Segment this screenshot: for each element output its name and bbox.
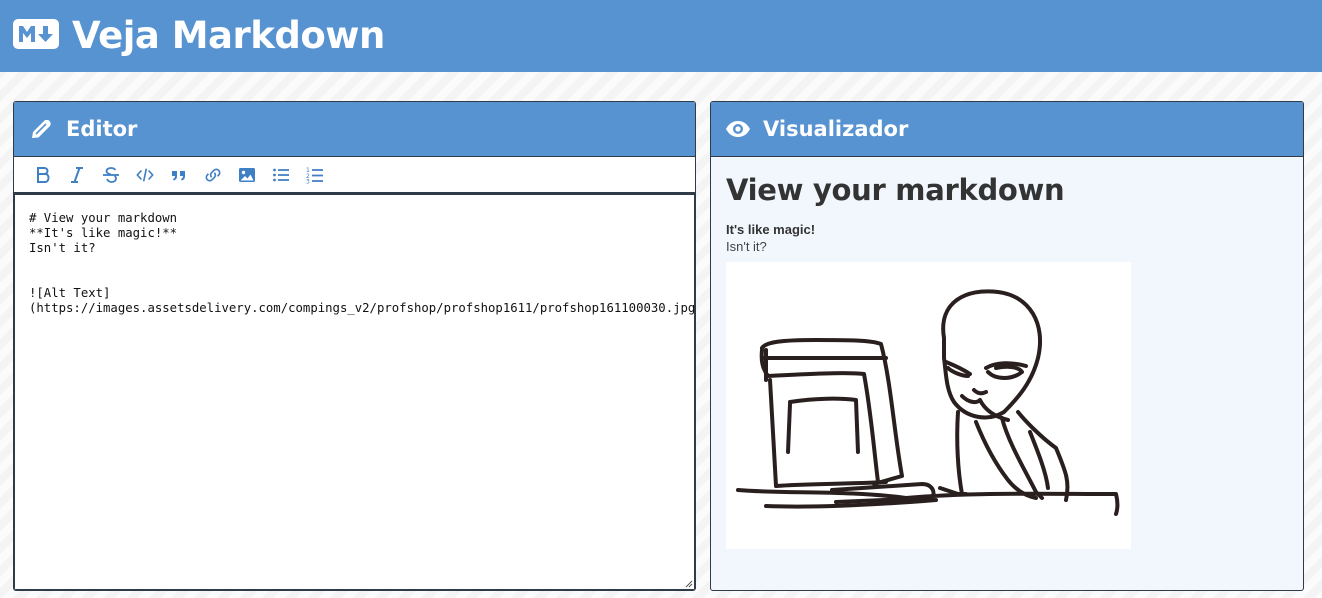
- computer-guy-drawing: [736, 289, 1120, 516]
- app-title: Veja Markdown: [72, 14, 385, 57]
- eye-icon: [725, 116, 751, 142]
- code-button[interactable]: [128, 160, 162, 190]
- editor-panel: Editor 123 # View your markdown **It's l…: [13, 101, 696, 591]
- preview-body: View your markdown It's like magic! Isn'…: [711, 157, 1303, 565]
- strikethrough-button[interactable]: [94, 160, 128, 190]
- ordered-list-button[interactable]: 123: [298, 160, 332, 190]
- editor-toolbar: 123: [14, 157, 695, 193]
- pencil-icon: [28, 116, 54, 142]
- markdown-logo-icon: [13, 19, 59, 49]
- viewer-title: Visualizador: [763, 117, 909, 141]
- italic-button[interactable]: [60, 160, 94, 190]
- svg-text:3: 3: [306, 178, 310, 184]
- image-icon: [239, 167, 255, 182]
- viewer-panel: Visualizador View your markdown It's lik…: [710, 101, 1304, 591]
- unordered-list-icon: [273, 168, 289, 181]
- ordered-list-icon: 123: [306, 167, 323, 184]
- italic-icon: [71, 166, 83, 183]
- bold-icon: [37, 166, 50, 183]
- app-header: Veja Markdown: [0, 0, 1322, 72]
- image-button[interactable]: [230, 160, 264, 190]
- link-button[interactable]: [196, 160, 230, 190]
- link-icon: [205, 168, 221, 181]
- preview-paragraph: Isn't it?: [726, 239, 767, 254]
- editor-title: Editor: [66, 117, 138, 141]
- quote-button[interactable]: [162, 160, 196, 190]
- quote-icon: [172, 170, 185, 180]
- markdown-input[interactable]: # View your markdown **It's like magic!*…: [15, 195, 694, 589]
- preview-heading: View your markdown: [726, 173, 1065, 207]
- bold-button[interactable]: [26, 160, 60, 190]
- code-icon: [136, 168, 154, 181]
- editor-header: Editor: [14, 102, 695, 157]
- viewer-header: Visualizador: [711, 102, 1303, 157]
- resize-handle-icon[interactable]: [683, 578, 693, 588]
- editor-area: # View your markdown **It's like magic!*…: [14, 193, 695, 590]
- unordered-list-button[interactable]: [264, 160, 298, 190]
- strikethrough-icon: [103, 166, 119, 183]
- preview-image: [726, 262, 1131, 549]
- preview-bold-text: It's like magic!: [726, 222, 816, 237]
